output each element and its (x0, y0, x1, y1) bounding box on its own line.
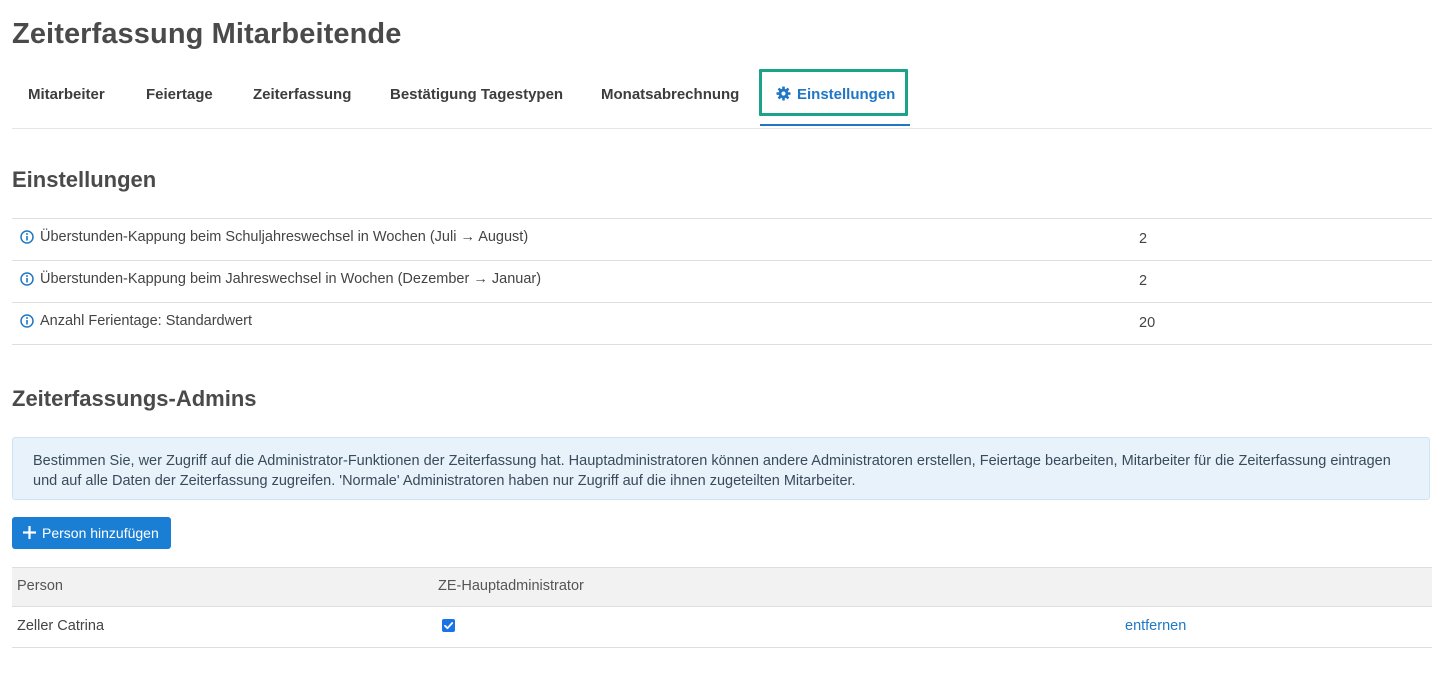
tab-feiertage[interactable]: Feiertage (146, 70, 213, 127)
tab-mitarbeiter[interactable]: Mitarbeiter (28, 70, 105, 127)
add-person-label: Person hinzufügen (42, 525, 159, 541)
column-header-main-admin: ZE-Hauptadministrator (438, 578, 584, 594)
main-admin-checkbox[interactable] (442, 619, 455, 632)
info-icon[interactable] (20, 272, 34, 286)
tab-bar: Mitarbeiter Feiertage Zeiterfassung Best… (12, 69, 1432, 129)
table-header: Person ZE-Hauptadministrator (12, 567, 1432, 607)
tab-einstellungen[interactable]: Einstellungen (760, 70, 910, 126)
gear-icon (776, 86, 791, 101)
admins-table: Person ZE-Hauptadministrator Zeller Catr… (12, 567, 1432, 648)
table-row: Zeller Catrina entfernen (12, 607, 1432, 648)
setting-label: Überstunden-Kappung beim Jahreswechsel i… (40, 271, 542, 287)
tab-bestaetigung-tagestypen[interactable]: Bestätigung Tagestypen (390, 70, 563, 127)
plus-icon (23, 526, 36, 539)
tab-zeiterfassung[interactable]: Zeiterfassung (253, 70, 351, 127)
info-icon[interactable] (20, 230, 34, 244)
checkmark-icon (444, 622, 454, 630)
admins-heading: Zeiterfassungs-Admins (12, 386, 257, 411)
settings-row: Überstunden-Kappung beim Schuljahreswech… (12, 218, 1432, 260)
settings-heading: Einstellungen (12, 167, 157, 192)
settings-table: Überstunden-Kappung beim Schuljahreswech… (12, 218, 1432, 345)
person-name: Zeller Catrina (17, 618, 105, 634)
settings-row: Anzahl Ferientage: Standardwert 20 (12, 302, 1432, 345)
tab-monatsabrechnung[interactable]: Monatsabrechnung (601, 70, 739, 127)
settings-row: Überstunden-Kappung beim Jahreswechsel i… (12, 260, 1432, 302)
setting-label: Anzahl Ferientage: Standardwert (40, 313, 252, 329)
add-person-button[interactable]: Person hinzufügen (12, 517, 171, 549)
column-header-person: Person (17, 578, 63, 594)
tab-einstellungen-label: Einstellungen (797, 86, 896, 103)
remove-link[interactable]: entfernen (1125, 618, 1186, 634)
info-icon[interactable] (20, 314, 34, 328)
page-title: Zeiterfassung Mitarbeitende (12, 18, 402, 50)
setting-value: 2 (1139, 231, 1148, 247)
admins-info-alert: Bestimmen Sie, wer Zugriff auf die Admin… (12, 437, 1430, 500)
setting-value: 20 (1139, 315, 1156, 331)
setting-label: Überstunden-Kappung beim Schuljahreswech… (40, 229, 529, 245)
setting-value: 2 (1139, 273, 1148, 289)
